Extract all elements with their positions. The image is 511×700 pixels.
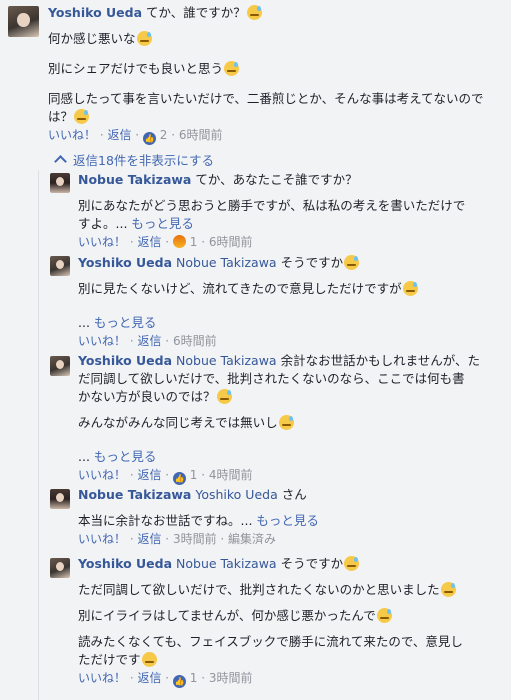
squinting-tongue-emoji-icon (141, 652, 157, 667)
mention-tag[interactable]: Nobue Takizawa (176, 556, 277, 571)
see-more-link[interactable]: もっと見る (256, 513, 319, 528)
comment-text: そうですか (280, 556, 344, 571)
avatar[interactable] (50, 356, 70, 376)
comment-text: 余計なお世話かもしれませんが、た (280, 353, 480, 368)
avatar[interactable] (50, 558, 70, 578)
mention-tag[interactable]: Nobue Takizawa (176, 353, 277, 368)
comment-text: そうですか (280, 255, 344, 270)
downcast-sweat-emoji-icon (402, 281, 418, 296)
like-button[interactable]: いいね！ (78, 532, 126, 546)
author-name[interactable]: Nobue Takizawa (78, 487, 191, 502)
comment-text: は？ (48, 109, 74, 124)
comment-text: 読みたくなくても、フェイスブックで勝手に流れて来たので、意見し (78, 634, 463, 649)
angry-reaction-icon[interactable] (172, 235, 186, 248)
comment-text: だ同調して欲しいだけで、批判されたくないのなら、ここでは何も書 (78, 371, 465, 386)
comment-text: 本当に余計なお世話ですね。 (78, 513, 241, 528)
comment-text: 別にあなたがどう思おうと勝手ですが、私は私の考えを書いただけで (78, 198, 466, 213)
avatar[interactable] (50, 489, 70, 509)
comment-text: かない方が良いのでは？ (78, 389, 216, 404)
like-reaction-icon[interactable]: 👍 (172, 675, 186, 688)
see-more-link[interactable]: もっと見る (94, 449, 157, 464)
downcast-sweat-emoji-icon (216, 389, 232, 404)
see-more-link[interactable]: もっと見る (94, 315, 157, 330)
reply-button[interactable]: 返信 (107, 128, 131, 142)
hide-replies-toggle[interactable]: 返信18件を非表示にする (54, 150, 215, 169)
like-reaction-icon[interactable]: 👍 (142, 132, 156, 145)
avatar[interactable] (50, 256, 70, 276)
like-button[interactable]: いいね！ (78, 235, 126, 249)
comment-text: みんながみんな同じ考えでは無いし (78, 415, 278, 430)
comment-text: 別にシェアだけでも良いと思う (48, 61, 224, 76)
comment-text: 同感したって事を言いたいだけで、二番煎じとか、そんな事は考えてないので (48, 91, 484, 106)
downcast-sweat-emoji-icon (278, 415, 294, 430)
author-name[interactable]: Nobue Takizawa (78, 172, 191, 187)
comment-text: 別に見たくないけど、流れてきたので意見しただけですが (78, 281, 402, 296)
timestamp[interactable]: 6時間前 (209, 235, 253, 249)
like-button[interactable]: いいね！ (48, 128, 96, 142)
comment-text: ただけです (78, 652, 141, 667)
downcast-sweat-emoji-icon (74, 109, 90, 124)
reaction-count[interactable]: 1 (190, 235, 198, 249)
comment-text: 何か感じ悪いな (48, 31, 136, 46)
downcast-sweat-emoji-icon (344, 255, 360, 270)
reaction-count[interactable]: 1 (190, 468, 198, 482)
like-button[interactable]: いいね！ (78, 468, 126, 482)
comment-text: さん (281, 487, 307, 502)
edited-label[interactable]: 編集済み (228, 532, 276, 546)
reply-button[interactable]: 返信 (137, 671, 161, 685)
reply-button[interactable]: 返信 (137, 235, 161, 249)
comment-text: ただ同調して欲しいだけで、批判されたくないのかと思いました (78, 582, 440, 597)
timestamp[interactable]: 4時間前 (209, 468, 253, 482)
reply-button[interactable]: 返信 (137, 468, 161, 482)
downcast-sweat-emoji-icon (136, 31, 152, 46)
mention-tag[interactable]: Nobue Takizawa (176, 255, 277, 270)
downcast-sweat-emoji-icon (440, 582, 456, 597)
author-name[interactable]: Yoshiko Ueda (78, 556, 172, 571)
like-button[interactable]: いいね！ (78, 334, 126, 348)
timestamp[interactable]: 3時間前 (209, 671, 253, 685)
downcast-sweat-emoji-icon (224, 61, 240, 76)
downcast-sweat-emoji-icon (376, 608, 392, 623)
hide-replies-label: 返信18件を非表示にする (73, 153, 215, 168)
author-name[interactable]: Yoshiko Ueda (48, 5, 142, 20)
mention-tag[interactable]: Yoshiko Ueda (195, 487, 277, 502)
reaction-count[interactable]: 1 (190, 671, 198, 685)
see-more-link[interactable]: もっと見る (131, 216, 194, 231)
reaction-count[interactable]: 2 (160, 128, 168, 142)
reply-thread-line (38, 170, 39, 700)
avatar[interactable] (8, 6, 39, 37)
comment-text: てか、誰ですか？ (146, 5, 246, 20)
sweat-smile-emoji-icon (246, 5, 262, 20)
timestamp[interactable]: 3時間前 (173, 532, 217, 546)
comment-text: すよ。 (78, 216, 116, 231)
reply-button[interactable]: 返信 (137, 334, 161, 348)
timestamp[interactable]: 6時間前 (173, 334, 217, 348)
downcast-sweat-emoji-icon (344, 556, 360, 571)
reply-button[interactable]: 返信 (137, 532, 161, 546)
like-reaction-icon[interactable]: 👍 (172, 472, 186, 485)
author-name[interactable]: Yoshiko Ueda (78, 255, 172, 270)
like-button[interactable]: いいね！ (78, 671, 126, 685)
author-name[interactable]: Yoshiko Ueda (78, 353, 172, 368)
comment-text: 別にイライラはしてませんが、何か感じ悪かったんで (78, 608, 376, 623)
chevron-up-icon (54, 155, 67, 168)
timestamp[interactable]: 6時間前 (179, 128, 223, 142)
avatar[interactable] (50, 173, 70, 193)
comment-text: てか、あなたこそ誰ですか？ (195, 172, 358, 187)
